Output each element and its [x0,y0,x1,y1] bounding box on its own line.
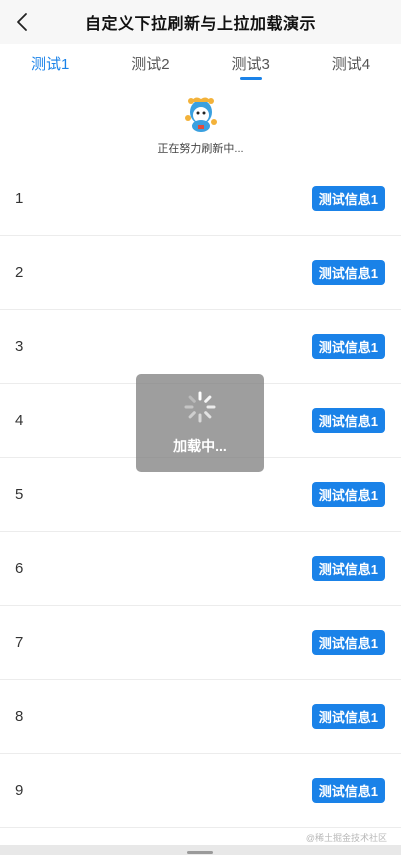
refresh-text: 正在努力刷新中... [157,143,244,155]
tab-label: 测试3 [231,55,270,73]
chevron-left-icon [17,13,27,31]
pull-refresh-indicator: 正在努力刷新中... [0,92,401,162]
item-badge: 测试信息1 [311,260,385,285]
tab-label: 测试2 [131,55,170,73]
item-badge: 测试信息1 [311,186,385,211]
item-badge: 测试信息1 [311,334,385,359]
item-number: 2 [15,264,24,281]
loading-text: 加载中... [173,438,227,454]
list-item[interactable]: 2 测试信息1 [0,236,401,310]
item-badge: 测试信息1 [311,556,385,581]
list-item[interactable]: 7 测试信息1 [0,606,401,680]
loading-toast: 加载中... [136,374,264,472]
mascot-icon [184,97,217,132]
item-number: 8 [15,708,24,725]
item-number: 7 [15,634,24,651]
tab-1[interactable]: 测试1 [0,44,100,82]
item-number: 5 [15,486,24,503]
item-number: 6 [15,560,24,577]
tab-label: 测试4 [331,55,371,73]
watermark: @稀土掘金技术社区 [305,833,387,843]
tab-2[interactable]: 测试2 [100,44,200,82]
tab-label: 测试1 [30,55,70,73]
list-item[interactable]: 3 测试信息1 [0,310,401,384]
list-item[interactable]: 6 测试信息1 [0,532,401,606]
item-number: 9 [15,782,24,799]
tab-3[interactable]: 测试3 [201,44,301,82]
list-item[interactable]: 8 测试信息1 [0,680,401,754]
tab-bar: 测试1 测试2 测试3 测试4 [0,44,401,82]
item-badge: 测试信息1 [311,704,385,729]
item-number: 1 [15,190,24,207]
list-item[interactable]: 1 测试信息1 [0,162,401,236]
item-badge: 测试信息1 [311,408,385,433]
back-button[interactable] [8,6,36,38]
item-badge: 测试信息1 [311,482,385,507]
spinner-icon [184,391,216,423]
item-badge: 测试信息1 [311,778,385,803]
list-item[interactable]: 9 测试信息1 [0,754,401,828]
bottom-bar [0,845,401,855]
home-indicator[interactable] [187,851,213,854]
tab-indicator [239,77,262,80]
page-title: 自定义下拉刷新与上拉加载演示 [84,16,316,33]
item-number: 4 [15,412,24,429]
item-badge: 测试信息1 [311,630,385,655]
nav-bar: 自定义下拉刷新与上拉加载演示 [0,0,401,44]
list: 1 测试信息1 2 测试信息1 3 测试信息1 4 测试信息1 5 测试信息1 … [0,162,401,828]
item-number: 3 [15,338,24,355]
tab-4[interactable]: 测试4 [301,44,401,82]
